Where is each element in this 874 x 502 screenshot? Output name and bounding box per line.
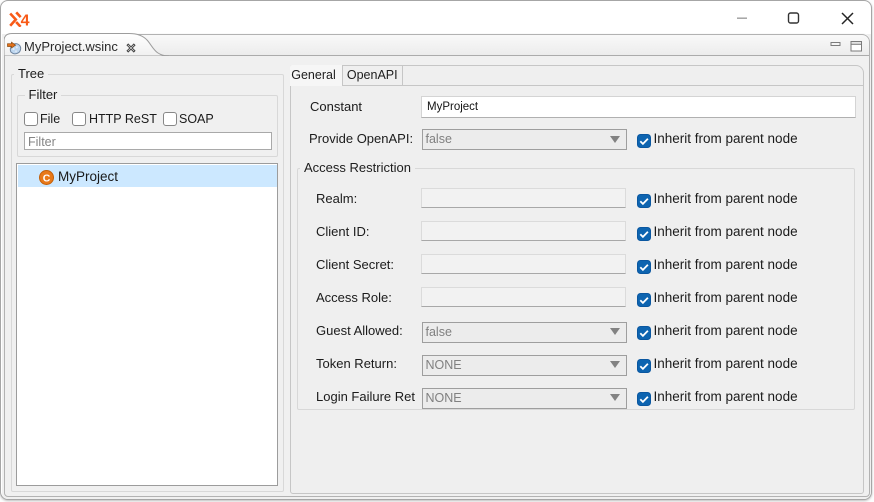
svg-text:C: C <box>43 172 51 184</box>
svg-text:4: 4 <box>21 13 30 28</box>
